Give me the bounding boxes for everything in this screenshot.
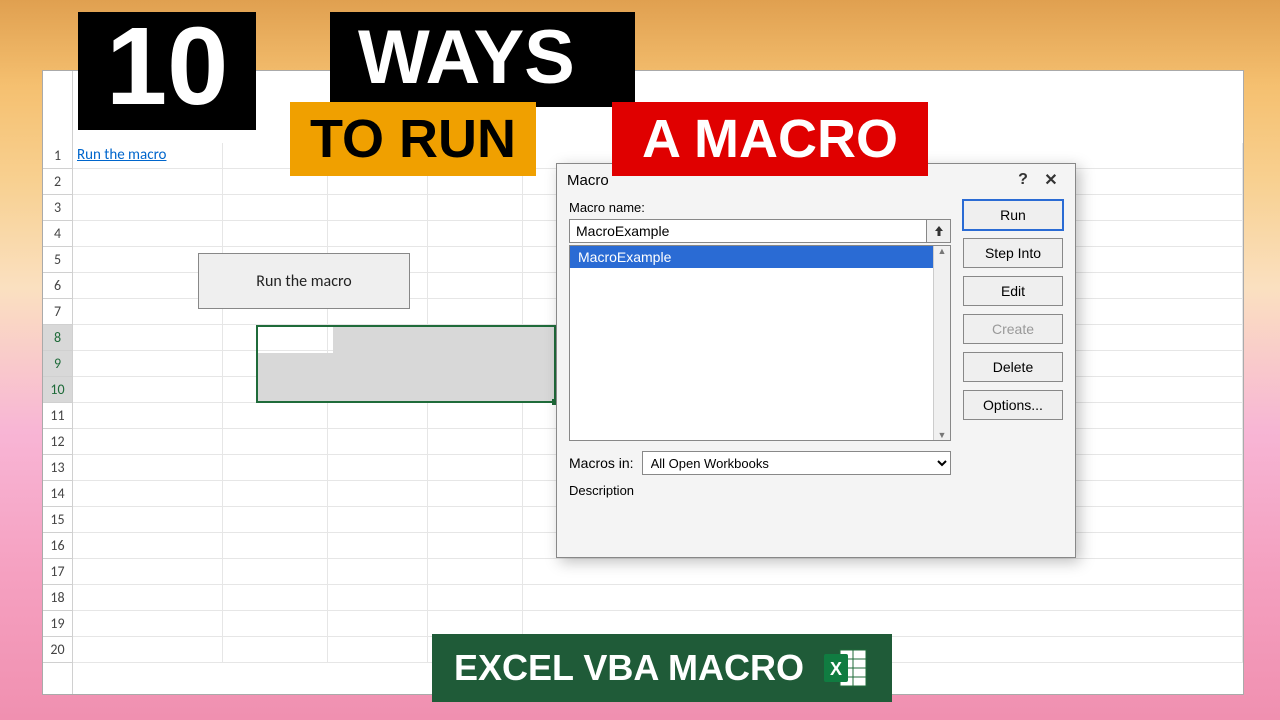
description-label: Description [569,483,951,498]
row-header[interactable]: 15 [43,507,72,533]
row-header[interactable]: 10 [43,377,72,403]
scroll-up-icon[interactable]: ▲ [934,246,950,256]
row-header[interactable]: 18 [43,585,72,611]
macro-name-label: Macro name: [569,200,951,215]
edit-button[interactable]: Edit [963,276,1063,306]
help-icon[interactable]: ? [1009,171,1037,189]
row-header[interactable]: 11 [43,403,72,429]
macros-in-select[interactable]: All Open Workbooks [642,451,951,475]
close-icon[interactable]: ✕ [1037,170,1065,190]
macro-dialog: Macro ? ✕ Macro name: MacroExample ▲ ▼ M… [556,163,1076,558]
macros-in-label: Macros in: [569,455,634,471]
macro-listbox[interactable]: MacroExample ▲ ▼ [569,245,951,441]
row-header[interactable]: 7 [43,299,72,325]
row-header[interactable]: 8 [43,325,72,351]
bottom-banner-text: EXCEL VBA MACRO [454,647,804,689]
title-to-run: TO RUN [290,102,536,176]
row-header[interactable]: 14 [43,481,72,507]
title-ways: WAYS [330,12,635,107]
row-header[interactable]: 2 [43,169,72,195]
row-header[interactable]: 13 [43,455,72,481]
row-header[interactable]: 5 [43,247,72,273]
row-header[interactable]: 19 [43,611,72,637]
options-button[interactable]: Options... [963,390,1063,420]
title-a-macro: A MACRO [612,102,928,176]
create-button: Create [963,314,1063,344]
title-10: 10 [78,12,256,130]
refedit-icon[interactable] [927,219,951,243]
svg-text:X: X [830,659,842,679]
cell-a1-link[interactable]: Run the macro [73,143,223,168]
row-header[interactable]: 17 [43,559,72,585]
row-header[interactable]: 1 [43,143,72,169]
row-header[interactable]: 20 [43,637,72,663]
row-header[interactable]: 6 [43,273,72,299]
row-header[interactable]: 4 [43,221,72,247]
row-header[interactable]: 12 [43,429,72,455]
macro-list-item[interactable]: MacroExample [570,246,950,268]
row-header[interactable]: 16 [43,533,72,559]
step-into-button[interactable]: Step Into [963,238,1063,268]
row-header[interactable]: 9 [43,351,72,377]
run-macro-form-button[interactable]: Run the macro [198,253,410,309]
row-header[interactable]: 3 [43,195,72,221]
delete-button[interactable]: Delete [963,352,1063,382]
excel-icon: X [822,644,870,692]
bottom-banner: EXCEL VBA MACRO X [432,634,892,702]
run-button[interactable]: Run [963,200,1063,230]
macro-name-input[interactable] [569,219,927,243]
selection-fill [333,327,555,403]
scrollbar[interactable]: ▲ ▼ [933,246,950,440]
dialog-title-text: Macro [567,172,609,189]
selection-fill [258,353,333,403]
row-header-gutter: 1 2 3 4 5 6 7 8 9 10 11 12 13 14 15 16 1… [43,71,73,694]
scroll-down-icon[interactable]: ▼ [934,430,950,440]
